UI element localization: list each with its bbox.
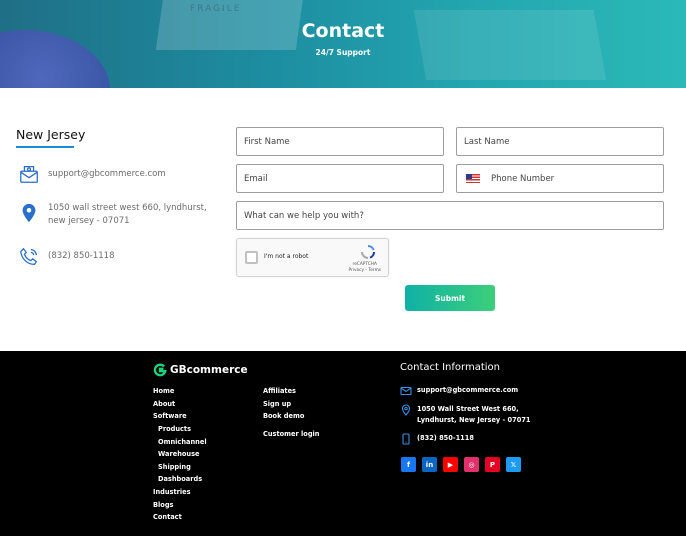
location-email-row: support@gbcommerce.com bbox=[18, 163, 166, 185]
footer-contact-address-row: 1050 Wall Street West 660, Lyndhurst, Ne… bbox=[400, 404, 531, 426]
message-placeholder: What can we help you with? bbox=[244, 210, 364, 221]
recaptcha-links[interactable]: Privacy - Terms bbox=[349, 268, 382, 273]
footer-link-shipping[interactable]: Shipping bbox=[158, 463, 191, 471]
recaptcha-checkbox[interactable] bbox=[245, 251, 258, 264]
footer-link-software[interactable]: Software bbox=[153, 412, 187, 420]
envelope-icon bbox=[400, 385, 412, 397]
last-name-input[interactable]: Last Name bbox=[456, 127, 664, 156]
location-address: 1050 wall street west 660, lyndhurst, ne… bbox=[48, 202, 207, 228]
page-title: Contact bbox=[301, 20, 385, 42]
footer-link-customer-login[interactable]: Customer login bbox=[263, 430, 320, 438]
youtube-icon[interactable]: ▶ bbox=[443, 457, 458, 472]
location-title: New Jersey bbox=[16, 127, 86, 142]
last-name-placeholder: Last Name bbox=[464, 136, 510, 147]
hero-banner: FRAGILE Contact 24/7 Support bbox=[0, 0, 686, 88]
instagram-icon[interactable]: ◎ bbox=[464, 457, 479, 472]
linkedin-icon[interactable]: in bbox=[422, 457, 437, 472]
map-pin-icon bbox=[400, 404, 412, 416]
message-input[interactable]: What can we help you with? bbox=[236, 201, 664, 230]
recaptcha-brand-text: reCAPTCHA bbox=[352, 262, 377, 267]
footer-contact-address-line1: 1050 Wall Street West 660, bbox=[417, 405, 519, 413]
hero-stamp: FRAGILE bbox=[190, 4, 242, 14]
recaptcha-icon bbox=[360, 244, 376, 260]
location-title-underline bbox=[16, 146, 74, 148]
recaptcha-brand: reCAPTCHA Privacy - Terms bbox=[349, 262, 382, 274]
envelope-icon bbox=[18, 163, 40, 185]
location-phone[interactable]: (832) 850-1118 bbox=[48, 250, 114, 263]
footer-link-warehouse[interactable]: Warehouse bbox=[158, 450, 200, 458]
footer-link-industries[interactable]: Industries bbox=[153, 488, 191, 496]
location-address-line2: new jersey - 07071 bbox=[48, 216, 130, 226]
location-address-row: 1050 wall street west 660, lyndhurst, ne… bbox=[18, 202, 207, 228]
location-phone-row: (832) 850-1118 bbox=[18, 246, 114, 268]
us-flag-icon[interactable] bbox=[466, 174, 480, 183]
location-address-line1: 1050 wall street west 660, lyndhurst, bbox=[48, 203, 207, 213]
gbcommerce-logo-icon bbox=[153, 363, 167, 377]
footer-brand[interactable]: GBcommerce bbox=[153, 363, 248, 377]
footer-link-omnichannel[interactable]: Omnichannel bbox=[158, 438, 207, 446]
email-input[interactable]: Email bbox=[236, 164, 444, 193]
footer-brand-name: GBcommerce bbox=[170, 364, 248, 376]
facebook-icon[interactable]: f bbox=[401, 457, 416, 472]
email-placeholder: Email bbox=[244, 173, 268, 184]
recaptcha-widget: I'm not a robot reCAPTCHA Privacy - Term… bbox=[236, 238, 389, 277]
footer-contact-email[interactable]: support@gbcommerce.com bbox=[417, 385, 518, 396]
footer-contact-title: Contact Information bbox=[400, 362, 500, 373]
footer-link-blogs[interactable]: Blogs bbox=[153, 501, 173, 509]
footer-link-about[interactable]: About bbox=[153, 400, 175, 408]
first-name-placeholder: First Name bbox=[244, 136, 290, 147]
footer-contact-address: 1050 Wall Street West 660, Lyndhurst, Ne… bbox=[417, 404, 531, 426]
map-pin-icon bbox=[18, 202, 40, 224]
location-email[interactable]: support@gbcommerce.com bbox=[48, 168, 166, 181]
footer-contact-phone-row: (832) 850-1118 bbox=[400, 433, 474, 445]
footer-link-home[interactable]: Home bbox=[153, 387, 174, 395]
phone-input[interactable]: Phone Number bbox=[456, 164, 664, 193]
footer-link-products[interactable]: Products bbox=[158, 425, 191, 433]
phone-placeholder: Phone Number bbox=[491, 173, 555, 184]
footer-link-contact[interactable]: Contact bbox=[153, 513, 182, 521]
page-subtitle: 24/7 Support bbox=[315, 48, 371, 57]
recaptcha-label: I'm not a robot bbox=[264, 253, 309, 260]
mobile-phone-icon bbox=[400, 433, 412, 445]
footer-link-affiliates[interactable]: Affiliates bbox=[263, 387, 296, 395]
footer-contact-phone[interactable]: (832) 850-1118 bbox=[417, 433, 474, 444]
footer-link-dashboards[interactable]: Dashboards bbox=[158, 475, 202, 483]
footer-link-book-demo[interactable]: Book demo bbox=[263, 412, 304, 420]
first-name-input[interactable]: First Name bbox=[236, 127, 444, 156]
footer-contact-email-row: support@gbcommerce.com bbox=[400, 385, 518, 397]
x-icon[interactable]: 𝕏 bbox=[506, 457, 521, 472]
footer-contact-address-line2: Lyndhurst, New Jersey - 07071 bbox=[417, 416, 531, 424]
footer: GBcommerce Home About Software Products … bbox=[0, 351, 686, 536]
submit-button[interactable]: Submit bbox=[405, 285, 495, 311]
footer-link-signup[interactable]: Sign up bbox=[263, 400, 291, 408]
phone-icon bbox=[18, 246, 40, 268]
pinterest-icon[interactable]: P bbox=[485, 457, 500, 472]
